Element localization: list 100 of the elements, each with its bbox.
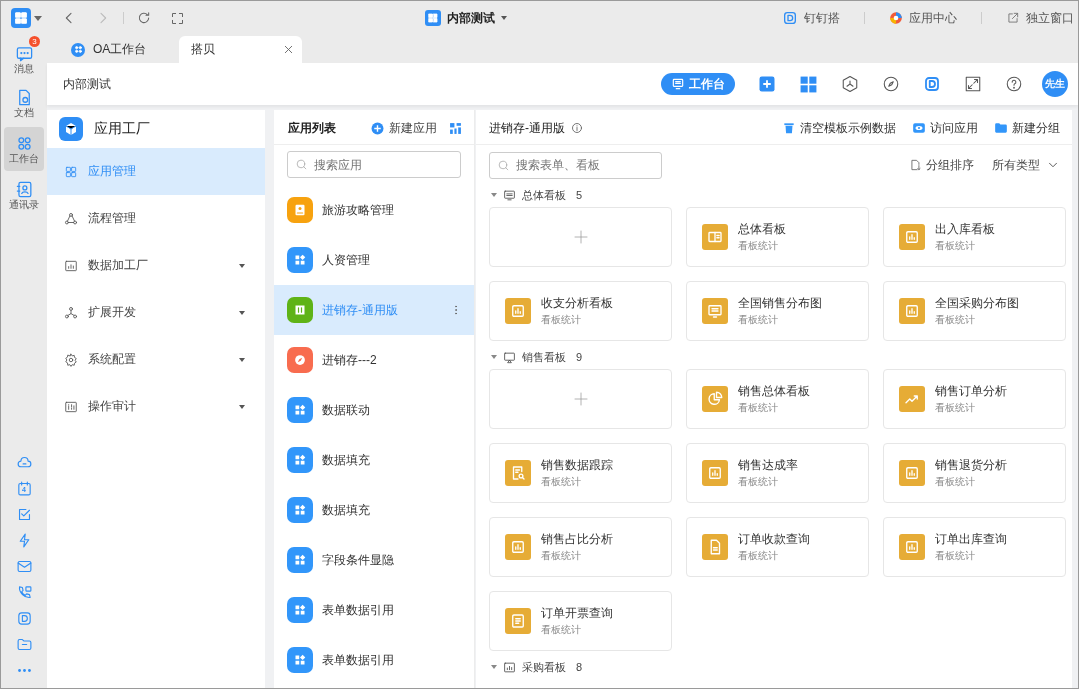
refresh-icon[interactable] [136,10,152,26]
new-app-button[interactable]: 新建应用 [371,119,437,137]
dashboard-card[interactable]: 收支分析看板 看板统计 [489,281,672,341]
app-list-item[interactable]: 旅游攻略管理 [274,185,474,235]
dashboard-card[interactable]: 出入库看板 看板统计 [883,207,1066,267]
window-title[interactable]: 内部测试 [447,9,495,27]
toolbar-action[interactable]: 清空模板示例数据 [782,119,896,137]
app-list-item[interactable]: 字段条件显隐 [274,535,474,585]
card-subtitle: 看板统计 [738,475,779,489]
app-title: 进销存-通用版 [489,119,565,137]
sidebar-item[interactable]: 扩展开发 [47,289,265,336]
mail-icon[interactable] [15,558,33,575]
dashboard-card[interactable]: 销售退货分析 看板统计 [883,443,1066,503]
sidebar-item[interactable]: 流程管理 [47,195,265,242]
rail-nav-item[interactable]: 通讯录 [4,175,44,215]
dashboard-card[interactable]: 订单出库查询 看板统计 [883,517,1066,577]
collapse-caret-icon[interactable] [491,665,497,669]
card-title: 出入库看板 [935,221,995,238]
help-icon[interactable] [1005,75,1023,93]
hexagon-icon[interactable] [841,75,859,93]
close-icon[interactable] [283,44,294,55]
app-list-item[interactable]: 数据联动 [274,385,474,435]
screen-icon [503,350,516,364]
tab-label: OA工作台 [93,41,147,58]
d-logo-icon[interactable] [923,75,941,93]
title-bar-link[interactable]: 钉钉搭 [804,9,840,27]
app-logo-icon[interactable] [10,8,31,28]
app-list-item[interactable]: 人资管理 [274,235,474,285]
browser-tab[interactable]: OA工作台 [59,36,174,63]
settings-icon [64,352,78,367]
add-icon[interactable] [758,75,776,93]
expand-caret-icon[interactable] [239,310,245,315]
dashboard-card[interactable]: 销售达成率 看板统计 [686,443,869,503]
trash-icon [782,121,796,135]
app-list-item[interactable]: 数据填充 [274,435,474,485]
fullscreen-icon[interactable] [170,10,185,26]
group-title: 采购看板 [522,659,566,675]
dashboard-card[interactable]: 订单收款查询 看板统计 [686,517,869,577]
browser-tab[interactable]: 搭贝 [179,36,302,63]
bar-chart-icon [899,298,925,324]
d-logo-icon[interactable] [15,610,33,627]
rail-nav-label: 文档 [14,106,34,119]
layout-icon [702,224,728,250]
app-list-item[interactable]: 表单数据引用 [274,585,474,635]
toolbar-action[interactable]: 访问应用 [912,119,978,137]
tab-label: 搭贝 [191,41,215,58]
app-list-item[interactable]: 进销存---2 [274,335,474,385]
app-list-item[interactable]: 数据填充 [274,485,474,535]
dashboard-card[interactable]: 销售总体看板 看板统计 [686,369,869,429]
layout-icon[interactable] [449,121,462,135]
dashboard-card[interactable]: 订单开票查询 看板统计 [489,591,672,651]
collapse-caret-icon[interactable] [491,355,497,359]
rail-nav-item[interactable]: 工作台 [4,127,44,171]
bar-chart-icon [899,224,925,250]
rail-nav-item[interactable]: 文档 [4,83,44,123]
search-field[interactable]: 搜索应用 [287,151,461,178]
sidebar-item[interactable]: 系统配置 [47,336,265,383]
card-title: 全国销售分布图 [738,295,822,312]
title-bar-link[interactable]: 应用中心 [909,9,957,27]
contacts-icon [14,179,34,199]
card-title: 销售占比分析 [541,531,613,548]
card-subtitle: 看板统计 [541,549,582,563]
panel-title: 应用列表 [288,119,336,137]
grid-icon[interactable] [799,74,818,94]
expand-caret-icon[interactable] [239,357,245,362]
dashboard-card[interactable]: 销售订单分析 看板统计 [883,369,1066,429]
type-filter-dropdown[interactable]: 所有类型 [992,156,1060,174]
bar-chart-icon [899,534,925,560]
sort-groups-button[interactable]: 分组排序 [909,156,974,174]
collapse-caret-icon[interactable] [491,193,497,197]
rail-nav-label: 通讯录 [9,198,39,211]
folder-icon[interactable] [15,636,33,653]
search-field[interactable]: 搜索表单、看板 [489,151,662,179]
card-title: 销售订单分析 [935,383,1007,400]
dropdown-caret-icon[interactable] [501,16,507,20]
dashboard-card[interactable]: 销售数据跟踪 看板统计 [489,443,672,503]
expand-caret-icon[interactable] [239,263,245,268]
compass-icon[interactable] [882,75,900,93]
title-bar-link[interactable]: 独立窗口 [1026,9,1074,27]
expand-icon[interactable] [964,75,982,93]
sidebar-item[interactable]: 操作审计 [47,383,265,430]
dropdown-caret-icon[interactable] [33,15,42,21]
expand-caret-icon[interactable] [239,404,245,409]
dashboard-card[interactable]: 总体看板 看板统计 [686,207,869,267]
card-title: 销售总体看板 [738,383,810,400]
toolbar-action[interactable]: 新建分组 [994,119,1060,137]
eye-icon [912,121,926,135]
breadcrumb: 内部测试 [63,75,111,93]
sidebar-item[interactable]: 数据加工厂 [47,242,265,289]
info-icon[interactable] [571,122,583,134]
card-title: 全国采购分布图 [935,295,1019,312]
dashboard-card[interactable]: 销售占比分析 看板统计 [489,517,672,577]
dashboard-card[interactable]: 全国销售分布图 看板统计 [686,281,869,341]
rail-nav-item[interactable]: 消息 3 [4,39,44,79]
card-subtitle: 看板统计 [935,475,976,489]
card-title: 订单收款查询 [738,531,810,548]
dashboard-card[interactable]: 全国采购分布图 看板统计 [883,281,1066,341]
app-center-icon [889,11,903,25]
app-list-item[interactable]: 表单数据引用 [274,635,474,685]
card-subtitle: 看板统计 [935,549,976,563]
